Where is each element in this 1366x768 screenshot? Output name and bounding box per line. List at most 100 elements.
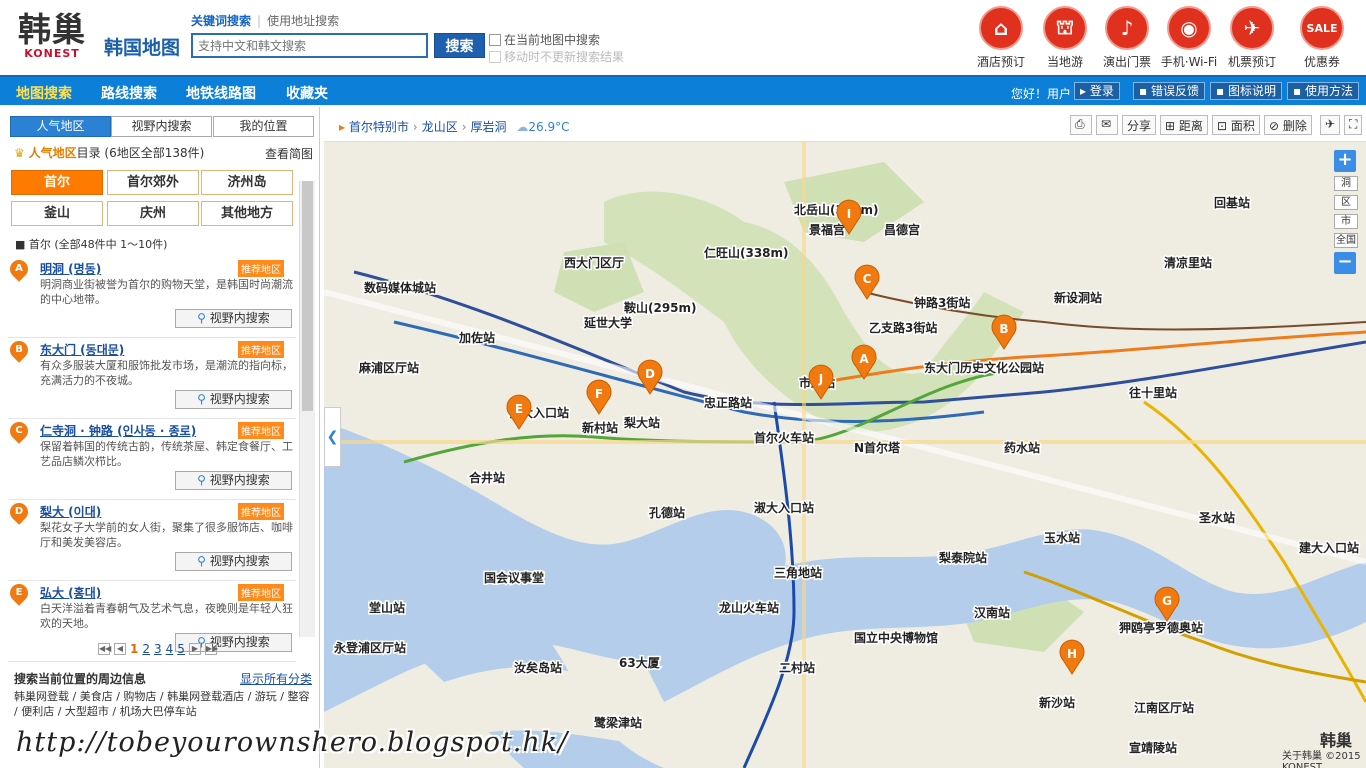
login-button[interactable]: ▸ 登录 <box>1074 82 1120 100</box>
map-copyright[interactable]: 关于韩巢 ©2015 KONEST <box>1282 747 1366 768</box>
map-label[interactable]: 首尔火车站 <box>753 429 816 447</box>
map-canvas[interactable]: 北岳山(342m) 仁旺山(338m) 鞍山(295m) 景福宫 昌德宫西大门区厅延世大… <box>324 142 1366 768</box>
service-sale[interactable]: SALE 优惠券 <box>1292 6 1352 70</box>
map-label[interactable]: 二村站 <box>778 659 817 677</box>
legend-button[interactable]: ▪ 图标说明 <box>1210 82 1282 100</box>
map-label[interactable]: 往十里站 <box>1128 384 1179 402</box>
print-icon[interactable]: ⎙ <box>1070 115 1092 135</box>
next-page-button[interactable]: ▶ <box>188 643 201 655</box>
tab-keyword-search[interactable]: 关键词搜索 <box>191 14 251 28</box>
map-label[interactable]: 龙山火车站 <box>718 599 781 617</box>
map-label[interactable]: 西大门区厅 <box>563 254 626 272</box>
map-label[interactable]: 建大入口站 <box>1297 539 1361 557</box>
page-5[interactable]: 5 <box>177 642 185 656</box>
map-label[interactable]: 北岳山(342m) <box>793 201 881 219</box>
map-label[interactable]: 63大厦 <box>618 654 663 672</box>
prev-page-button[interactable]: ◀ <box>114 643 126 655</box>
map-label[interactable]: 汉南站 <box>973 604 1012 622</box>
map-label[interactable]: 新设洞站 <box>1053 289 1104 307</box>
map-label[interactable]: 梨泰院站 <box>937 549 989 567</box>
map-label[interactable]: 淑大入口站 <box>753 499 816 517</box>
service-airplane[interactable]: ✈ 机票预订 <box>1222 6 1282 70</box>
map-label[interactable]: 新沙站 <box>1038 694 1077 712</box>
zoom-level-city[interactable]: 市 <box>1334 214 1358 229</box>
map-label[interactable]: 合井站 <box>468 469 507 487</box>
region-seoul[interactable]: 首尔 <box>11 170 103 195</box>
region-other[interactable]: 其他地方 <box>201 201 293 226</box>
map-label[interactable]: 清凉里站 <box>1163 254 1214 272</box>
service-wifi[interactable]: ◉ 手机·Wi-Fi <box>1159 6 1219 70</box>
konest-logo[interactable]: 韩巢 KONEST <box>14 12 90 60</box>
area-name-link[interactable]: 弘大 (홍대) <box>40 584 101 601</box>
category-links[interactable]: 韩巢网登载 / 美食店 / 购物店 / 韩巢网登载酒店 / 游玩 / 整容 / … <box>14 689 314 719</box>
nav-map-search[interactable]: 地图搜索 <box>16 83 72 103</box>
zoom-level-country[interactable]: 全国 <box>1334 233 1358 248</box>
map-title[interactable]: 韩国地图 <box>104 33 180 60</box>
area-name-link[interactable]: 明洞 (명동) <box>40 260 101 277</box>
breadcrumb-city[interactable]: 首尔特别市 <box>349 120 409 134</box>
first-page-button[interactable]: ◀◀ <box>98 643 111 655</box>
distance-button[interactable]: ⊞ 距离 <box>1160 115 1208 135</box>
visible-search-button[interactable]: ⚲ 视野内搜索 <box>175 309 292 328</box>
map-label[interactable]: 孔德站 <box>648 504 687 522</box>
page-3[interactable]: 3 <box>154 642 162 656</box>
map-label[interactable]: 景福宫 <box>808 221 847 239</box>
tab-popular-areas[interactable]: 人气地区 <box>10 116 111 137</box>
list-scrollbar[interactable] <box>299 181 315 637</box>
map-label[interactable]: 玉水站 <box>1043 529 1082 547</box>
map-label[interactable]: 江南区厅站 <box>1133 699 1196 717</box>
map-label[interactable]: 数码媒体城站 <box>363 279 438 297</box>
search-current-map-checkbox[interactable]: 在当前地图中搜索 <box>489 31 600 48</box>
region-busan[interactable]: 釜山 <box>11 201 103 226</box>
map-label[interactable]: 钟路3街站 <box>913 294 972 312</box>
map-label[interactable]: 昌德宫 <box>883 221 922 239</box>
share-button[interactable]: 分享 <box>1122 115 1157 135</box>
zoom-in-button[interactable]: + <box>1334 150 1356 172</box>
page-4[interactable]: 4 <box>166 642 174 656</box>
zoom-level-district[interactable]: 区 <box>1334 195 1358 210</box>
last-page-button[interactable]: ▶▶ <box>204 643 218 655</box>
collapse-panel-button[interactable]: ❮ <box>324 407 341 467</box>
visible-search-button[interactable]: ⚲ 视野内搜索 <box>175 552 292 571</box>
feedback-button[interactable]: ▪ 错误反馈 <box>1133 82 1205 100</box>
map-label[interactable]: 宣靖陵站 <box>1128 739 1179 757</box>
help-button[interactable]: ▪ 使用方法 <box>1287 82 1359 100</box>
view-simple-map-link[interactable]: 查看简图 <box>265 145 313 162</box>
tab-address-search[interactable]: 使用地址搜索 <box>267 14 339 28</box>
map-label[interactable]: 永登浦区厅站 <box>332 639 408 657</box>
map-label[interactable]: 东大门历史文化公园站 <box>923 359 1046 377</box>
map-label[interactable]: 鞍山(295m) <box>623 299 699 317</box>
service-hotel[interactable]: ⌂ 酒店预订 <box>971 6 1031 70</box>
nav-route-search[interactable]: 路线搜索 <box>101 83 157 103</box>
area-button[interactable]: ⊡ 面积 <box>1212 115 1260 135</box>
map-label[interactable]: 梨大站 <box>622 414 662 432</box>
nav-favorites[interactable]: 收藏夹 <box>286 83 328 103</box>
region-gyeongju[interactable]: 庆州 <box>107 201 199 226</box>
tab-visible-search[interactable]: 视野内搜索 <box>111 116 212 137</box>
bus-icon[interactable]: ✈ <box>1320 115 1340 135</box>
map-label[interactable]: 鹭梁津站 <box>593 714 644 732</box>
map-label[interactable]: 圣水站 <box>1197 509 1237 527</box>
visible-search-button[interactable]: ⚲ 视野内搜索 <box>175 471 292 490</box>
map-label[interactable]: 仁旺山(338m) <box>703 244 791 262</box>
area-name-link[interactable]: 梨大 (이대) <box>40 503 101 520</box>
search-input[interactable] <box>191 33 428 58</box>
area-name-link[interactable]: 仁寺洞 · 钟路 (인사동 · 종로) <box>40 422 196 439</box>
map-label[interactable]: 乙支路3街站 <box>868 319 939 337</box>
map-label[interactable]: 国会议事堂 <box>483 569 546 587</box>
region-jeju[interactable]: 济州岛 <box>201 170 293 195</box>
map-label[interactable]: 回基站 <box>1213 194 1252 212</box>
map-label[interactable]: 延世大学 <box>582 314 634 332</box>
map-area[interactable]: ▸ 首尔特别市 › 龙山区 › 厚岩洞 ☁26.9°C ⎙ ✉ 分享 ⊞ 距离 ⊡ 面积… <box>324 107 1366 768</box>
map-label[interactable]: 三角地站 <box>773 564 824 582</box>
map-label[interactable]: 国立中央博物馆 <box>853 629 940 647</box>
service-theater[interactable]: ♪ 演出门票 <box>1097 6 1157 70</box>
delete-button[interactable]: ⊘ 删除 <box>1264 115 1312 135</box>
visible-search-button[interactable]: ⚲ 视野内搜索 <box>175 390 292 409</box>
map-label[interactable]: N首尔塔 <box>853 439 903 457</box>
mail-icon[interactable]: ✉ <box>1096 115 1118 135</box>
breadcrumb-dong[interactable]: 厚岩洞 <box>471 120 507 134</box>
map-label[interactable]: 麻浦区厅站 <box>357 359 421 377</box>
zoom-level-dong[interactable]: 洞 <box>1334 176 1358 191</box>
fullscreen-icon[interactable]: ⛶ <box>1344 115 1362 135</box>
